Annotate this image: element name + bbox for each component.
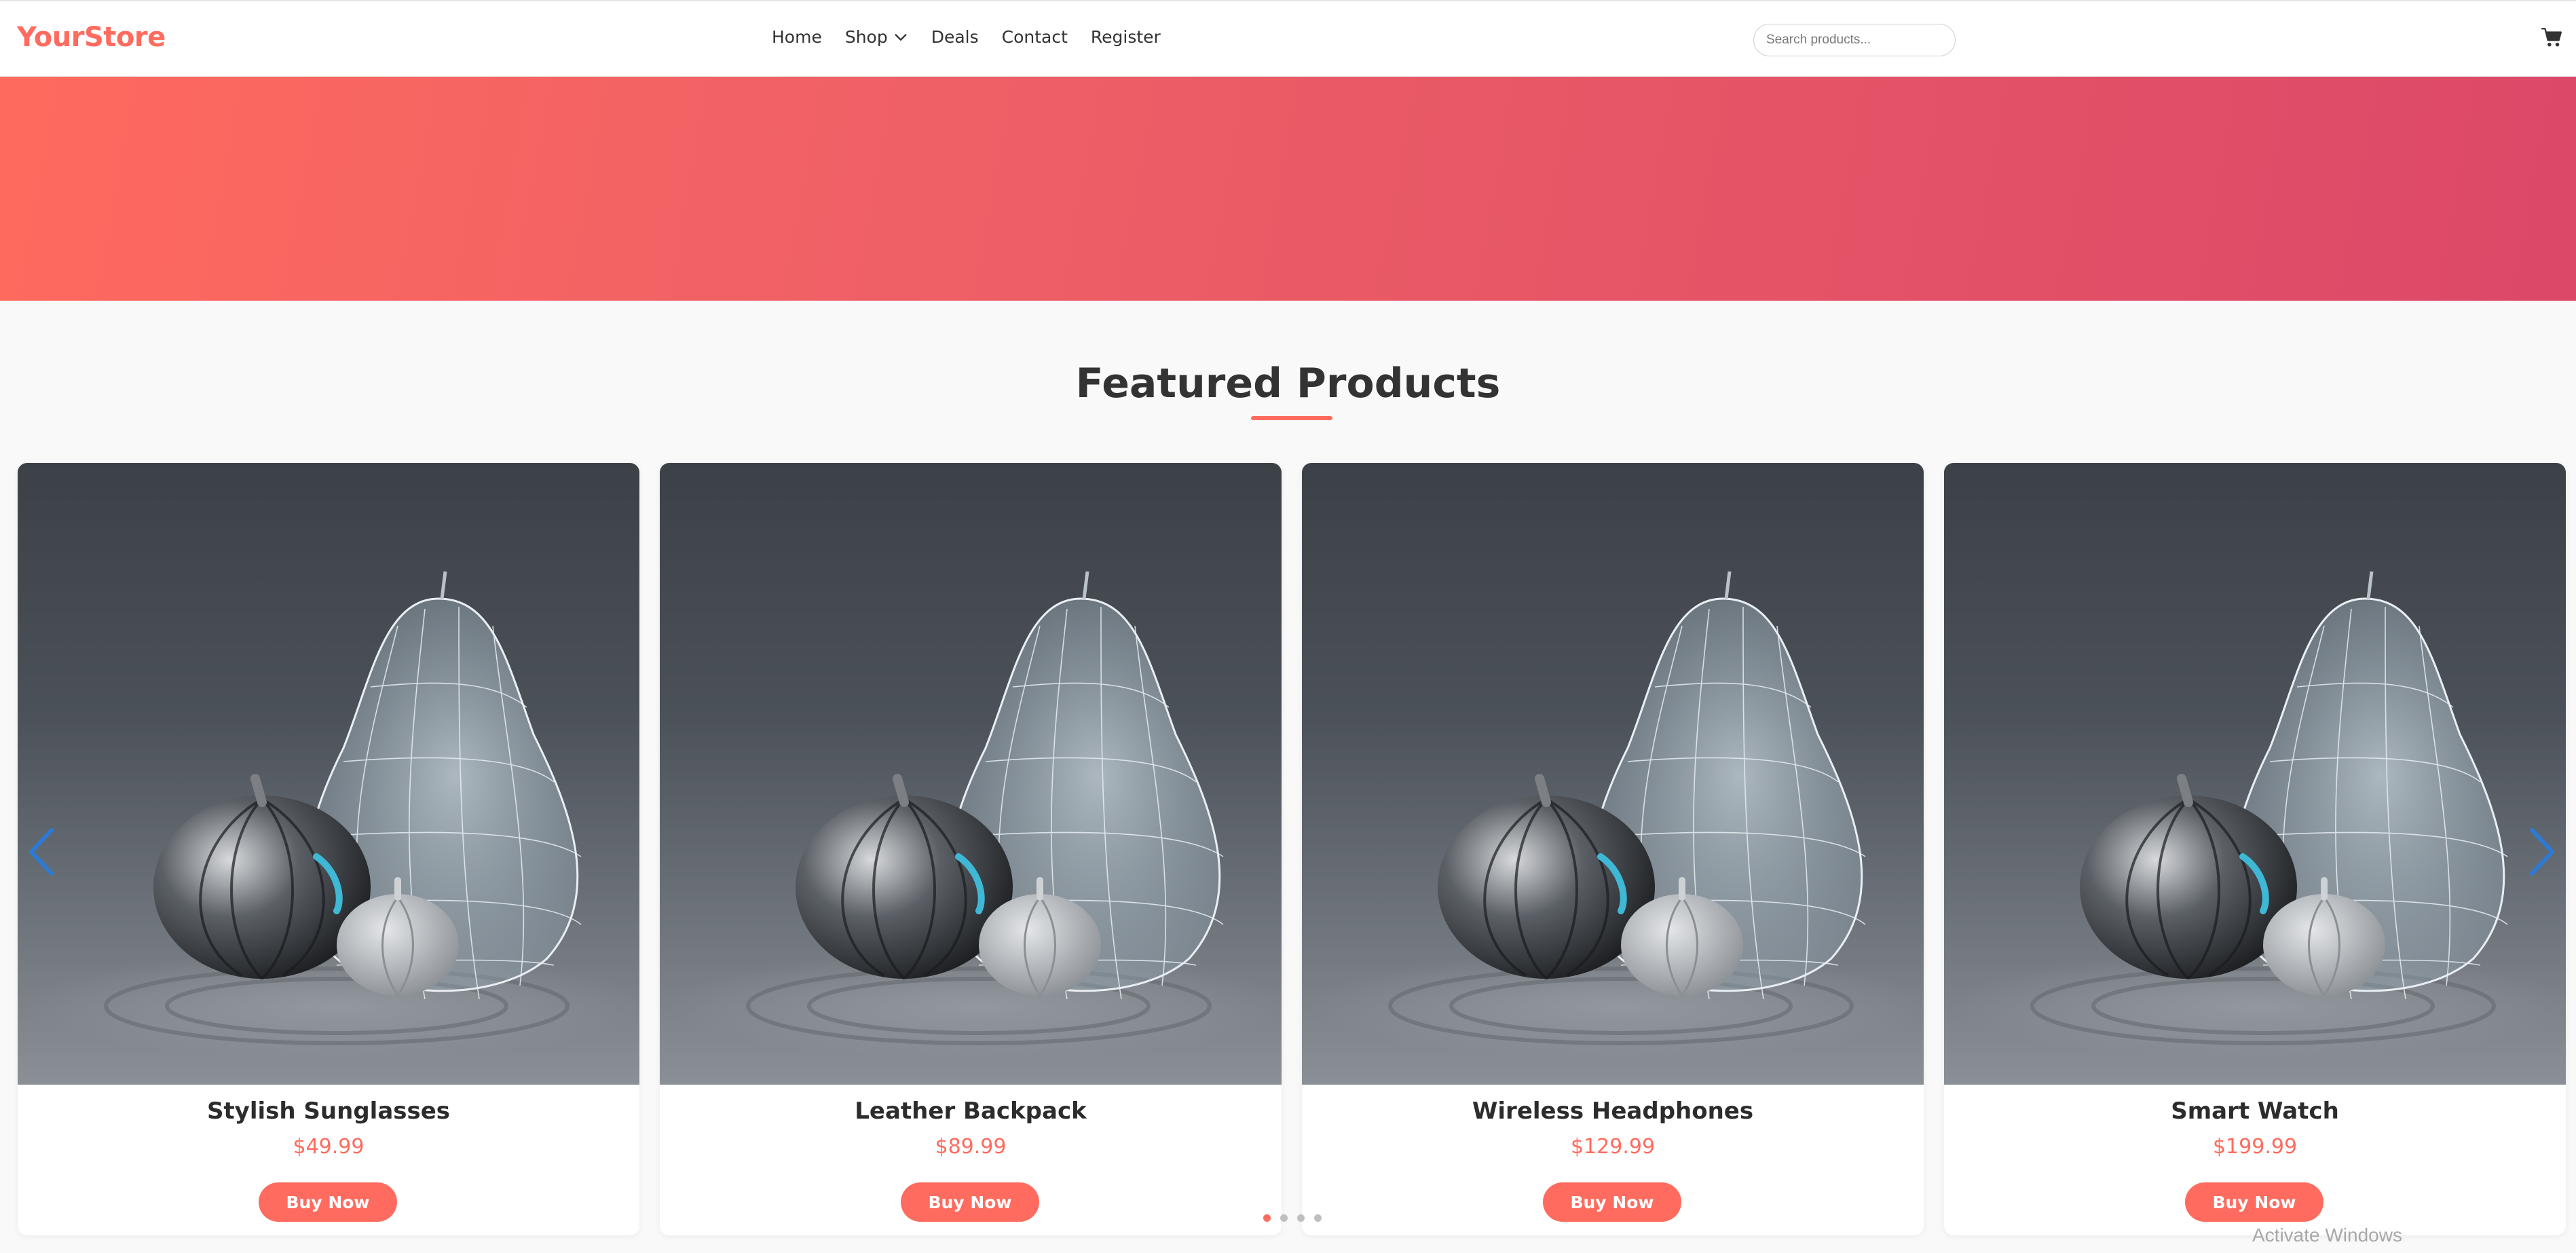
buy-now-button[interactable]: Buy Now xyxy=(901,1182,1039,1222)
product-card[interactable]: Wireless Headphones $129.99 Buy Now xyxy=(1302,463,1924,1235)
main-nav: Home Shop Deals Contact Register xyxy=(772,27,1161,47)
hero-banner xyxy=(0,77,2576,301)
product-image[interactable] xyxy=(18,463,639,1085)
chevron-right-icon[interactable] xyxy=(2525,825,2559,879)
nav-deals[interactable]: Deals xyxy=(931,27,979,47)
activate-windows-watermark: Activate Windows xyxy=(2252,1224,2402,1246)
product-image[interactable] xyxy=(660,463,1282,1085)
section-title: Featured Products xyxy=(1075,360,1501,407)
shopping-cart-icon[interactable] xyxy=(2540,26,2563,49)
title-underline xyxy=(1251,416,1332,420)
product-card[interactable]: Stylish Sunglasses $49.99 Buy Now xyxy=(18,463,639,1235)
nav-home[interactable]: Home xyxy=(772,27,822,47)
nav-register-label: Register xyxy=(1090,27,1161,47)
product-card[interactable]: Smart Watch $199.99 Buy Now xyxy=(1944,463,2566,1235)
carousel-dot[interactable] xyxy=(1280,1214,1288,1222)
buy-now-button[interactable]: Buy Now xyxy=(1543,1182,1681,1222)
buy-now-button[interactable]: Buy Now xyxy=(2185,1182,2323,1222)
product-image[interactable] xyxy=(1302,463,1924,1085)
nav-shop[interactable]: Shop xyxy=(845,27,908,47)
product-price: $199.99 xyxy=(2212,1135,2298,1159)
product-price: $129.99 xyxy=(1570,1135,1656,1159)
search-input[interactable] xyxy=(1753,24,1956,56)
product-price: $89.99 xyxy=(935,1135,1007,1159)
nav-shop-label: Shop xyxy=(844,27,888,47)
product-name: Stylish Sunglasses xyxy=(206,1098,451,1125)
carousel-dot[interactable] xyxy=(1314,1214,1322,1222)
nav-deals-label: Deals xyxy=(931,27,979,47)
product-price: $49.99 xyxy=(293,1135,365,1159)
product-name: Leather Backpack xyxy=(855,1098,1087,1125)
nav-home-label: Home xyxy=(772,27,822,47)
store-logo[interactable]: YourStore xyxy=(17,22,166,53)
buy-now-button[interactable]: Buy Now xyxy=(259,1182,397,1222)
product-name: Wireless Headphones xyxy=(1472,1098,1754,1125)
product-name: Smart Watch xyxy=(2171,1098,2339,1125)
nav-contact[interactable]: Contact xyxy=(1002,27,1068,47)
nav-contact-label: Contact xyxy=(1001,27,1068,47)
product-image[interactable] xyxy=(1944,463,2566,1085)
chevron-down-icon xyxy=(895,33,907,41)
carousel-dot[interactable] xyxy=(1297,1214,1305,1222)
chevron-left-icon[interactable] xyxy=(24,825,58,879)
carousel-dot[interactable] xyxy=(1263,1214,1271,1222)
nav-register[interactable]: Register xyxy=(1091,27,1161,47)
carousel-dots xyxy=(1263,1214,1322,1222)
site-header: YourStore Home Shop Deals Contact Regist… xyxy=(0,0,2576,77)
product-card[interactable]: Leather Backpack $89.99 Buy Now xyxy=(660,463,1282,1235)
